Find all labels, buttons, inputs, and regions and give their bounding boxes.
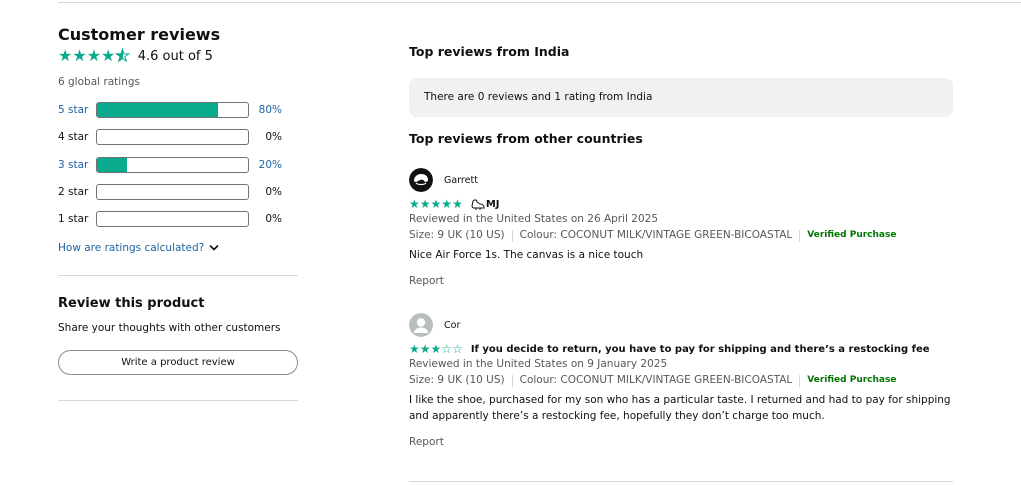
review-date: Reviewed in the United States on 9 Janua… [409,358,668,370]
review-variant-info: Size: 9 UK (10 US) Colour: COCONUT MILK/… [409,227,953,244]
custom-avatar-icon [409,168,433,192]
overall-rating-text: 4.6 out of 5 [137,48,213,64]
review-variant-info: Size: 9 UK (10 US) Colour: COCONUT MILK/… [409,372,953,389]
meta-separator [799,374,801,387]
review-rating-title[interactable]: ★ ★ ★ ★ ★ MJ [409,196,953,212]
overall-rating[interactable]: ★ ★ ★ ★ ★ 4.6 out of 5 [58,46,213,65]
default-user-avatar-icon [409,313,433,337]
review-item: Cor ★ ★ ★ ☆ ☆ If you decide to return, you h… [409,313,953,450]
reviewer-name: Garrett [444,174,478,186]
histogram-percent: 0% [265,186,282,198]
reviewer-name: Cor [444,319,461,331]
top-reviews-other-title: Top reviews from other countries [409,131,643,146]
write-review-button[interactable]: Write a product review [58,350,298,375]
how-ratings-calculated-link[interactable]: How are ratings calculated? [58,242,219,254]
histogram-label: 2 star [58,186,89,198]
verified-purchase-badge: Verified Purchase [807,230,897,240]
review-date: Reviewed in the United States on 26 Apri… [409,213,659,225]
histogram-bar [96,184,249,200]
reviewer-profile[interactable]: Cor [409,313,953,337]
top-reviews-india-title: Top reviews from India [409,44,570,59]
review-this-product-title: Review this product [58,296,205,311]
review-body: I like the shoe, purchased for my son wh… [409,394,951,422]
meta-separator [511,374,513,387]
review-title-text: MJ [485,198,500,210]
histogram-percent: 80% [258,104,282,116]
histogram-row-2-star: 2 star 0% [58,184,298,200]
meta-separator [511,229,513,242]
how-ratings-calculated-text: How are ratings calculated? [58,242,205,254]
histogram-bar [96,129,249,145]
review-colour: Colour: COCONUT MILK/VINTAGE GREEN-BICOA… [519,374,793,386]
report-link[interactable]: Report [409,274,953,289]
customer-reviews-title: Customer reviews [58,25,221,44]
chevron-down-icon [209,245,219,251]
histogram-percent: 0% [265,131,282,143]
review-this-product-subtitle: Share your thoughts with other customers [58,322,281,334]
review-rating-title[interactable]: ★ ★ ★ ☆ ☆ If you decide to return, you have … [409,341,953,357]
overall-stars-icon: ★ ★ ★ ★ ★ [58,46,130,65]
shoe-icon [471,199,485,210]
review-colour: Colour: COCONUT MILK/VINTAGE GREEN-BICOA… [519,229,793,241]
histogram-row-3-star[interactable]: 3 star 20% [58,157,298,173]
reviewer-profile[interactable]: Garrett [409,168,953,192]
verified-purchase-badge: Verified Purchase [807,375,897,385]
histogram-percent: 20% [258,159,282,171]
review-stars-icon: ★ ★ ★ ☆ ☆ [409,342,463,356]
histogram-label: 1 star [58,213,89,225]
review-stars-icon: ★ ★ ★ ★ ★ [409,197,463,211]
review-title: If you decide to return, you have to pay… [470,343,930,355]
section-divider [58,400,298,401]
histogram-bar [96,211,249,227]
histogram-row-5-star[interactable]: 5 star 80% [58,102,298,118]
histogram-label: 5 star [58,104,89,116]
top-divider [58,2,1021,3]
review-title: MJ [471,198,500,210]
meta-separator [799,229,801,242]
review-item: Garrett ★ ★ ★ ★ ★ MJ Reviewed in the United … [409,168,953,289]
histogram-bar [96,157,249,173]
histogram-row-1-star: 1 star 0% [58,211,298,227]
histogram-fill [97,103,218,117]
histogram-bar [96,102,249,118]
review-size: Size: 9 UK (10 US) [409,229,505,241]
reviews-bottom-divider [409,481,953,482]
section-divider [58,275,298,276]
histogram-label: 4 star [58,131,89,143]
india-reviews-notice: There are 0 reviews and 1 rating from In… [409,78,953,117]
review-size: Size: 9 UK (10 US) [409,374,505,386]
histogram-percent: 0% [265,213,282,225]
histogram-fill [97,158,128,172]
histogram-label: 3 star [58,159,89,171]
review-body: Nice Air Force 1s. The canvas is a nice … [409,249,644,261]
global-ratings-count: 6 global ratings [58,76,140,88]
histogram-row-4-star: 4 star 0% [58,129,298,145]
report-link[interactable]: Report [409,435,953,450]
